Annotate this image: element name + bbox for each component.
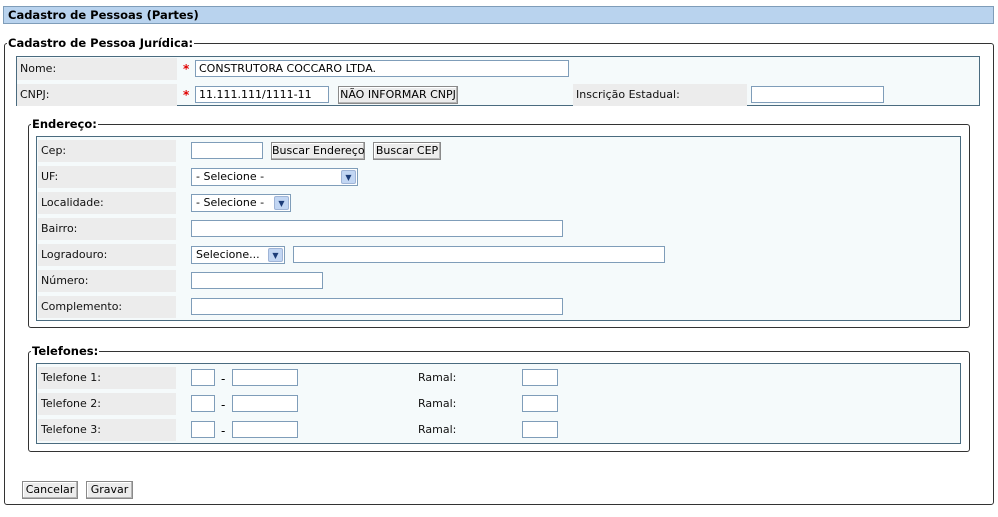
telefone-3-number-input[interactable] — [232, 421, 298, 438]
localidade-label: Localidade: — [38, 192, 176, 214]
telefone-2-separator: - — [221, 398, 226, 412]
cep-input[interactable] — [191, 142, 263, 159]
telefones-legend: Telefones: — [32, 344, 99, 358]
nome-required-marker: * — [183, 62, 190, 76]
telefone-1-label: Telefone 1: — [38, 367, 176, 389]
uf-selected-value: - Selecione - — [196, 170, 265, 183]
buscar-cep-button[interactable]: Buscar CEP — [373, 142, 441, 160]
nome-label: Nome: — [17, 58, 177, 80]
telefone-1-ddd-input[interactable] — [191, 369, 215, 386]
logradouro-input[interactable] — [293, 246, 665, 263]
save-button[interactable]: Gravar — [86, 481, 133, 499]
ramal-3-label: Ramal: — [415, 419, 505, 441]
telefone-1-number-input[interactable] — [232, 369, 298, 386]
cnpj-required-marker: * — [183, 88, 190, 102]
bairro-label: Bairro: — [38, 218, 176, 240]
page-title: Cadastro de Pessoas (Partes) — [3, 6, 994, 24]
logradouro-label: Logradouro: — [38, 244, 176, 266]
telefone-3-label: Telefone 3: — [38, 419, 176, 441]
endereco-legend: Endereço: — [32, 117, 97, 131]
uf-label: UF: — [38, 166, 176, 188]
localidade-select[interactable]: - Selecione - ▼ — [191, 194, 291, 212]
cnpj-input[interactable]: 11.111.111/1111-11 — [195, 86, 329, 103]
logradouro-selected-value: Selecione... — [196, 248, 260, 261]
cep-label: Cep: — [38, 140, 176, 162]
telefone-2-ddd-input[interactable] — [191, 395, 215, 412]
buscar-endereco-button[interactable]: Buscar Endereço — [271, 142, 365, 160]
uf-select[interactable]: - Selecione - ▼ — [191, 168, 358, 186]
ramal-1-label: Ramal: — [415, 367, 505, 389]
pessoa-juridica-legend: Cadastro de Pessoa Jurídica: — [8, 36, 194, 50]
chevron-down-icon: ▼ — [341, 170, 356, 184]
nome-input[interactable]: CONSTRUTORA COCCARO LTDA. — [195, 60, 569, 77]
telefone-2-label: Telefone 2: — [38, 393, 176, 415]
nao-informar-cnpj-button[interactable]: NÃO INFORMAR CNPJ — [338, 86, 458, 104]
inscricao-estadual-input[interactable] — [751, 86, 884, 103]
cnpj-label: CNPJ: — [17, 84, 177, 106]
inscricao-estadual-label: Inscrição Estadual: — [573, 84, 747, 106]
localidade-selected-value: - Selecione - — [196, 196, 265, 209]
logradouro-type-select[interactable]: Selecione... ▼ — [191, 246, 285, 264]
telefone-1-separator: - — [221, 372, 226, 386]
chevron-down-icon: ▼ — [274, 196, 289, 210]
chevron-down-icon: ▼ — [268, 248, 283, 262]
telefone-3-separator: - — [221, 424, 226, 438]
complemento-input[interactable] — [191, 298, 563, 315]
bairro-input[interactable] — [191, 220, 563, 237]
telefone-2-number-input[interactable] — [232, 395, 298, 412]
ramal-3-input[interactable] — [522, 421, 558, 438]
numero-input[interactable] — [191, 272, 323, 289]
cancel-button[interactable]: Cancelar — [22, 481, 78, 499]
ramal-2-label: Ramal: — [415, 393, 505, 415]
ramal-2-input[interactable] — [522, 395, 558, 412]
numero-label: Número: — [38, 270, 176, 292]
complemento-label: Complemento: — [38, 296, 176, 318]
telefone-3-ddd-input[interactable] — [191, 421, 215, 438]
ramal-1-input[interactable] — [522, 369, 558, 386]
